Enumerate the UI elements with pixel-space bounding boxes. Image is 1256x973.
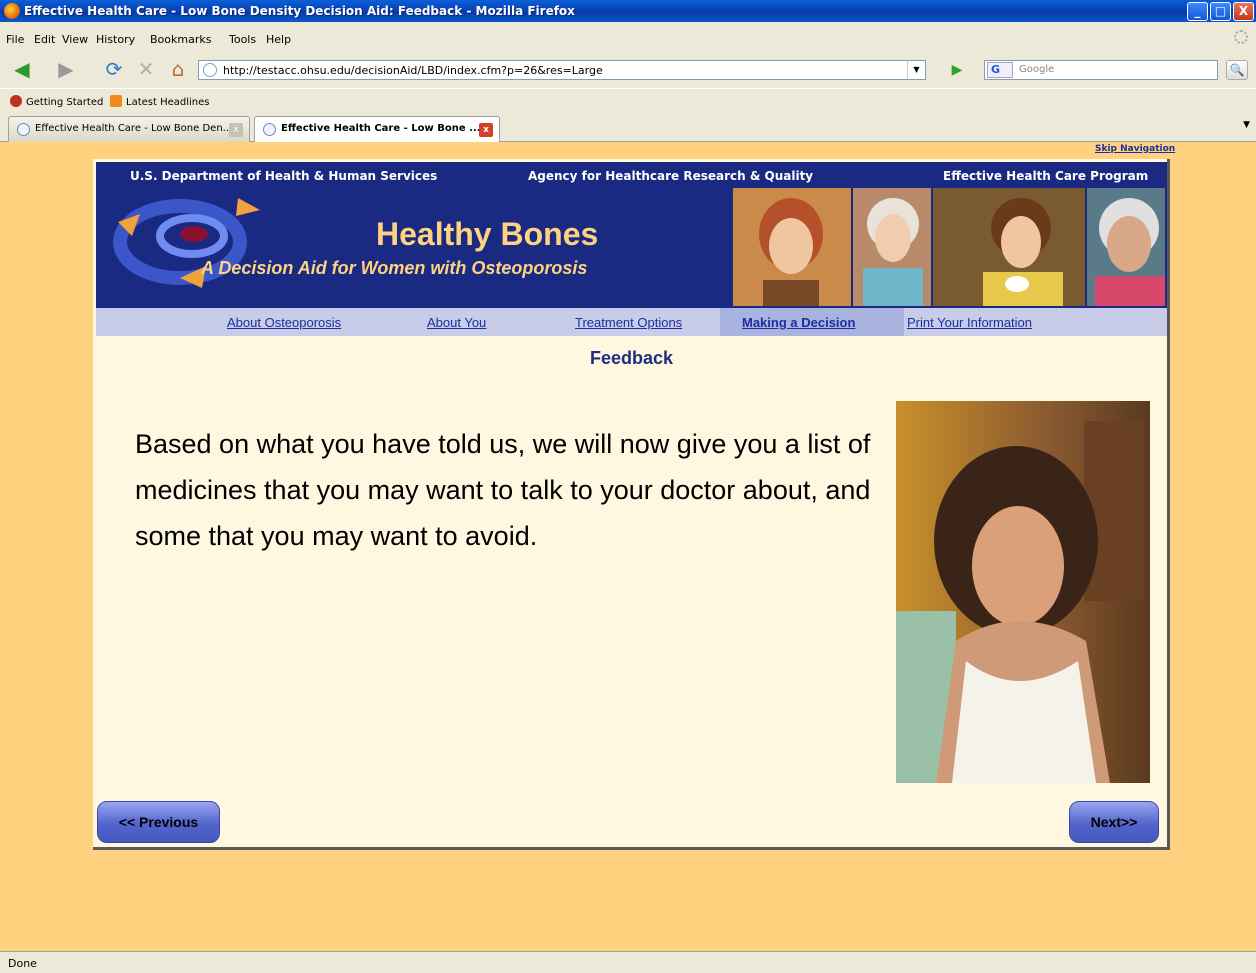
banner-photo-2	[853, 188, 931, 306]
rss-icon	[110, 95, 122, 107]
url-text[interactable]: http://testacc.ohsu.edu/decisionAid/LBD/…	[223, 64, 603, 77]
forward-button[interactable]: ▶	[52, 57, 80, 81]
firefox-icon	[4, 3, 20, 19]
status-bar: Done	[0, 951, 1256, 973]
throbber-icon	[1234, 30, 1248, 44]
home-button[interactable]: ⌂	[164, 57, 192, 81]
menu-bookmarks[interactable]: Bookmarks	[150, 33, 211, 46]
banner-photo-4	[1087, 188, 1165, 306]
skip-navigation-link[interactable]: Skip Navigation	[1095, 144, 1175, 154]
tab-bar: Effective Health Care - Low Bone Den... …	[0, 112, 1256, 142]
stop-button[interactable]: ✕	[132, 57, 160, 81]
web-content: Skip Navigation U.S. Department of Healt…	[0, 142, 1256, 951]
maximize-button[interactable]: □	[1210, 2, 1231, 21]
bookmark-latest-headlines[interactable]: Latest Headlines	[110, 95, 210, 108]
next-button[interactable]: Next>>	[1069, 801, 1159, 843]
page-title: Feedback	[589, 348, 674, 368]
nav-treatment-options[interactable]: Treatment Options	[575, 315, 682, 330]
search-box[interactable]: G Google	[984, 60, 1218, 80]
window-title: Effective Health Care - Low Bone Density…	[24, 4, 575, 18]
site-banner: U.S. Department of Health & Human Servic…	[96, 162, 1167, 308]
menu-file[interactable]: File	[6, 33, 24, 46]
bookmark-getting-started[interactable]: Getting Started	[10, 95, 103, 108]
search-placeholder: Google	[1019, 64, 1055, 75]
url-dropdown-icon[interactable]: ▼	[907, 61, 925, 79]
menu-help[interactable]: Help	[266, 33, 291, 46]
brand-title: Healthy Bones	[376, 216, 599, 252]
status-text: Done	[8, 957, 37, 970]
tab-label: Effective Health Care - Low Bone Den...	[35, 123, 233, 134]
page-container: U.S. Department of Health & Human Servic…	[93, 159, 1170, 850]
tab-inactive[interactable]: Effective Health Care - Low Bone Den... …	[8, 116, 250, 142]
tab-label: Effective Health Care - Low Bone ...	[281, 123, 481, 134]
bookmark-label: Getting Started	[26, 97, 104, 108]
agency-ehc[interactable]: Effective Health Care Program	[943, 169, 1148, 183]
menu-view[interactable]: View	[62, 33, 88, 46]
reload-button[interactable]: ⟳	[100, 57, 128, 81]
tab-favicon	[263, 123, 276, 136]
back-button[interactable]: ◀	[8, 57, 36, 81]
menu-edit[interactable]: Edit	[34, 33, 55, 46]
tab-favicon	[17, 123, 30, 136]
agency-ahrq[interactable]: Agency for Healthcare Research & Quality	[528, 169, 813, 183]
tab-list-icon[interactable]: ▼	[1243, 120, 1250, 130]
site-icon	[203, 63, 217, 77]
menu-tools[interactable]: Tools	[229, 33, 256, 46]
nav-print-your-information[interactable]: Print Your Information	[907, 315, 1032, 330]
agency-hhs[interactable]: U.S. Department of Health & Human Servic…	[130, 169, 437, 183]
site-nav: About Osteoporosis About You Treatment O…	[96, 308, 1167, 336]
address-bar[interactable]: http://testacc.ohsu.edu/decisionAid/LBD/…	[198, 60, 926, 80]
search-engine-icon[interactable]: G	[987, 62, 1013, 78]
window-titlebar: Effective Health Care - Low Bone Density…	[0, 0, 1256, 22]
nav-about-osteoporosis[interactable]: About Osteoporosis	[227, 315, 341, 330]
close-button[interactable]: X	[1233, 2, 1254, 21]
brand-subtitle: A Decision Aid for Women with Osteoporos…	[201, 258, 588, 278]
woman-photo	[896, 401, 1150, 783]
firefox-bookmark-icon	[10, 95, 22, 107]
bookmarks-toolbar: Getting Started Latest Headlines	[0, 88, 1256, 112]
go-button[interactable]: ▶	[946, 60, 968, 80]
menu-bar: File Edit View History Bookmarks Tools H…	[0, 22, 1256, 52]
previous-button[interactable]: << Previous	[97, 801, 220, 843]
feedback-text: Based on what you have told us, we will …	[135, 429, 871, 551]
tab-close-icon[interactable]: x	[479, 123, 493, 137]
banner-photo-1	[733, 188, 851, 306]
nav-making-a-decision[interactable]: Making a Decision	[742, 315, 855, 330]
minimize-button[interactable]: _	[1187, 2, 1208, 21]
nav-about-you[interactable]: About You	[427, 315, 486, 330]
banner-photo-3	[933, 188, 1085, 306]
menu-history[interactable]: History	[96, 33, 135, 46]
search-icon[interactable]: 🔍	[1226, 60, 1248, 80]
navigation-toolbar: ◀ ▶ ⟳ ✕ ⌂ http://testacc.ohsu.edu/decisi…	[0, 52, 1256, 88]
tab-close-icon[interactable]: x	[229, 123, 243, 137]
tab-active[interactable]: Effective Health Care - Low Bone ... x	[254, 116, 500, 142]
bookmark-label: Latest Headlines	[126, 97, 210, 108]
